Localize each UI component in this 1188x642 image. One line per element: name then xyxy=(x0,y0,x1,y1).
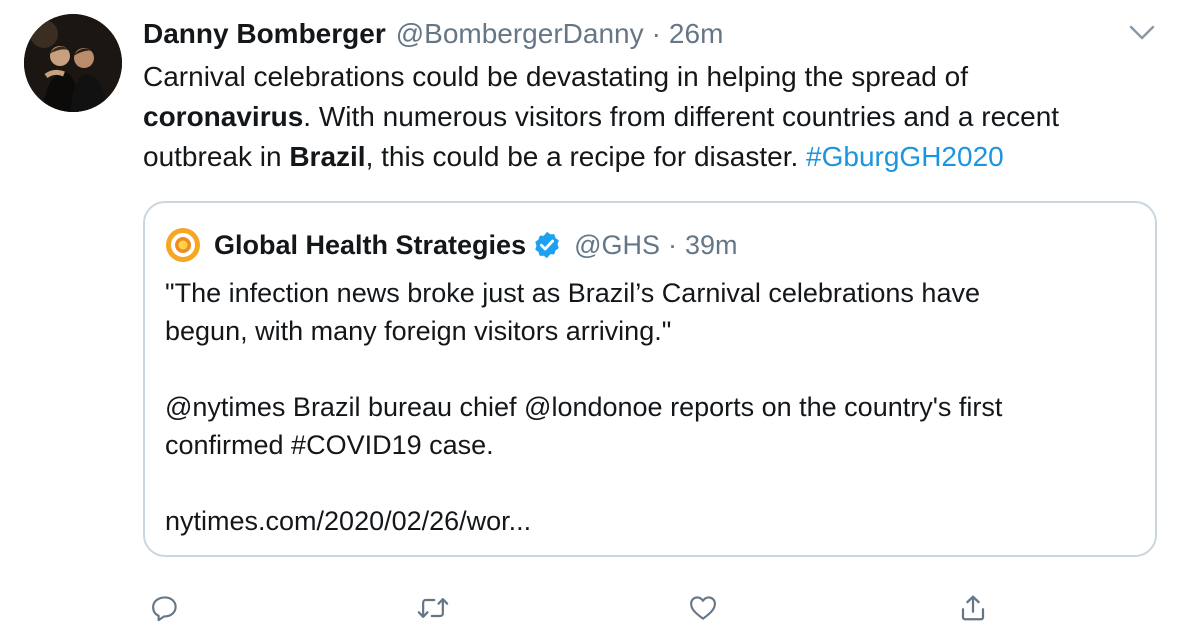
quoted-timestamp[interactable]: 39m xyxy=(685,230,738,261)
share-icon[interactable] xyxy=(953,588,993,628)
quoted-text: "The infection news broke just as Brazil… xyxy=(165,274,1145,540)
tweet-text-segment: Carnival celebrations could be devastati… xyxy=(143,61,968,92)
quoted-text-line: confirmed #COVID19 case. xyxy=(165,430,494,460)
retweet-icon[interactable] xyxy=(413,588,453,628)
avatar-photo xyxy=(24,14,122,112)
user-handle[interactable]: @BombergerDanny xyxy=(396,18,644,50)
separator: · xyxy=(668,229,678,260)
tweet-text-line: outbreak in Brazil, this could be a reci… xyxy=(143,137,1173,177)
like-icon[interactable] xyxy=(683,588,723,628)
tweet-text-segment: . With numerous visitors from different … xyxy=(303,101,1060,132)
quoted-header: Global Health Strategies @GHS · 39m xyxy=(214,225,738,265)
verified-badge-icon xyxy=(532,230,562,260)
avatar[interactable] xyxy=(24,14,122,112)
tweet-text-line: Carnival celebrations could be devastati… xyxy=(143,57,1173,97)
tweet-header: Danny Bomberger @BombergerDanny · 26m xyxy=(143,14,723,54)
tweet-text-line: coronavirus. With numerous visitors from… xyxy=(143,97,1173,137)
separator: · xyxy=(651,18,661,49)
quoted-text-line: @nytimes Brazil bureau chief @londonoe r… xyxy=(165,392,1003,422)
tweet-text-segment: outbreak in xyxy=(143,141,290,172)
tweet-text: Carnival celebrations could be devastati… xyxy=(143,57,1173,177)
tweet-text-segment: , this could be a recipe for disaster. xyxy=(365,141,807,172)
keyword-brazil: Brazil xyxy=(289,141,366,172)
quoted-text-line: "The infection news broke just as Brazil… xyxy=(165,278,980,308)
reply-icon[interactable] xyxy=(145,588,185,628)
chevron-down-icon[interactable] xyxy=(1124,18,1160,48)
quoted-text-line: begun, with many foreign visitors arrivi… xyxy=(165,316,672,346)
tweet-actions xyxy=(143,588,1003,628)
tweet: Danny Bomberger @BombergerDanny · 26m Ca… xyxy=(0,0,1188,642)
keyword-coronavirus: coronavirus xyxy=(143,101,304,132)
quoted-user-handle[interactable]: @GHS xyxy=(574,230,660,261)
quoted-display-name[interactable]: Global Health Strategies xyxy=(214,230,526,261)
quoted-link[interactable]: nytimes.com/2020/02/26/wor... xyxy=(165,502,1145,540)
timestamp[interactable]: 26m xyxy=(669,18,723,50)
hashtag-link[interactable]: #GburgGH2020 xyxy=(806,141,1004,172)
display-name[interactable]: Danny Bomberger xyxy=(143,18,386,50)
quoted-avatar[interactable] xyxy=(165,227,201,263)
quoted-tweet[interactable]: Global Health Strategies @GHS · 39m "The… xyxy=(143,201,1157,557)
